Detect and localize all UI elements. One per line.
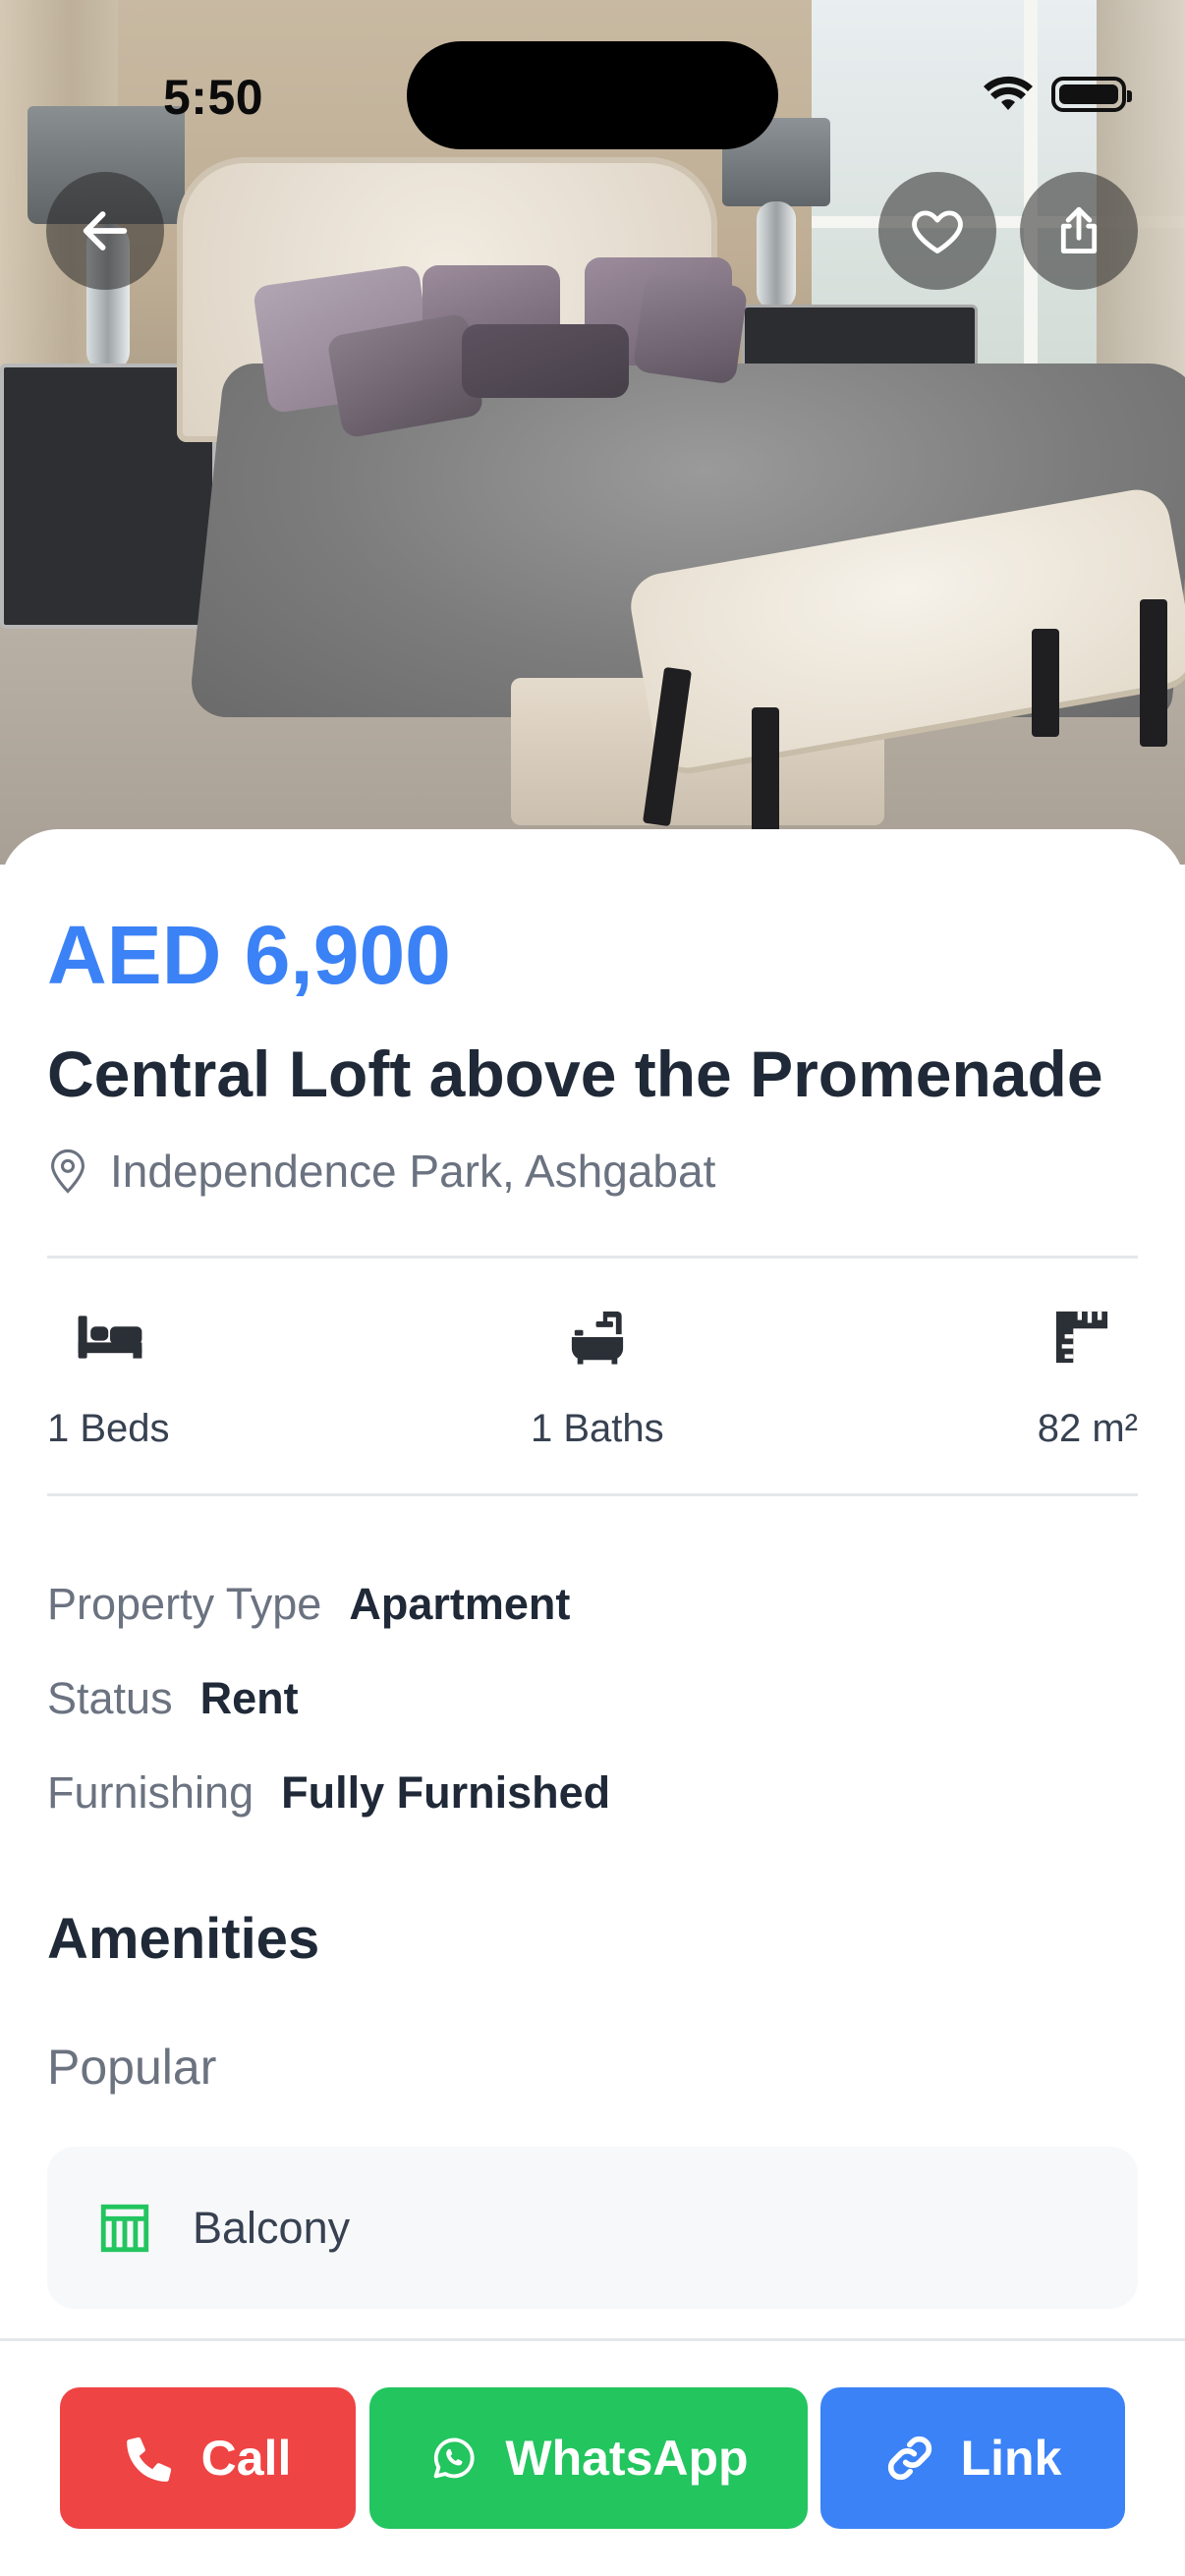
ruler-icon xyxy=(1055,1311,1108,1364)
whatsapp-label: WhatsApp xyxy=(505,2431,749,2486)
amenities-group-label: Popular xyxy=(47,2040,217,2095)
favorite-button[interactable] xyxy=(878,172,996,290)
detail-value: Rent xyxy=(199,1673,299,1723)
listing-price: AED 6,900 xyxy=(47,909,451,1001)
detail-value: Fully Furnished xyxy=(281,1767,611,1818)
battery-icon xyxy=(1051,77,1132,112)
wifi-icon xyxy=(984,76,1033,110)
detail-value: Apartment xyxy=(349,1579,571,1629)
bed-icon xyxy=(78,1316,142,1359)
pillow xyxy=(632,273,749,385)
stat-beds: 1 Beds xyxy=(47,1307,170,1451)
detail-property-type: Property Type Apartment xyxy=(47,1579,570,1630)
divider xyxy=(47,1493,1138,1496)
detail-label: Furnishing xyxy=(47,1767,254,1818)
balcony-icon xyxy=(100,2204,149,2252)
baths-count: 1 Baths xyxy=(531,1407,664,1450)
share-icon xyxy=(1060,206,1098,253)
call-label: Call xyxy=(200,2431,292,2486)
status-time: 5:50 xyxy=(163,70,264,125)
stat-area: 82 m² xyxy=(1038,1307,1138,1451)
area-size: 82 m² xyxy=(1037,1407,1138,1450)
share-button[interactable] xyxy=(1020,172,1138,290)
amenity-label: Balcony xyxy=(193,2202,351,2253)
back-button[interactable] xyxy=(46,172,164,290)
dynamic-island xyxy=(407,41,778,149)
whatsapp-icon xyxy=(434,2437,475,2479)
link-icon xyxy=(887,2436,931,2481)
arrow-left-icon xyxy=(83,211,128,251)
amenities-heading: Amenities xyxy=(47,1907,320,1971)
link-label: Link xyxy=(960,2431,1062,2486)
detail-label: Property Type xyxy=(47,1579,322,1629)
heart-icon xyxy=(912,210,963,253)
beds-count: 1 Beds xyxy=(47,1407,170,1450)
detail-status: Status Rent xyxy=(47,1673,299,1724)
bathtub-icon xyxy=(571,1311,623,1365)
whatsapp-button[interactable]: WhatsApp xyxy=(369,2387,808,2529)
call-button[interactable]: Call xyxy=(60,2387,356,2529)
lamp-base-right xyxy=(757,201,796,309)
listing-location: Independence Park, Ashgabat xyxy=(47,1145,715,1198)
divider xyxy=(47,1256,1138,1259)
bench-leg xyxy=(1140,599,1167,747)
listing-title: Central Loft above the Promenade xyxy=(47,1037,1103,1110)
pillow xyxy=(462,324,629,398)
link-button[interactable]: Link xyxy=(820,2387,1125,2529)
amenity-item: Balcony xyxy=(47,2147,1138,2309)
detail-furnishing: Furnishing Fully Furnished xyxy=(47,1767,610,1819)
phone-icon xyxy=(126,2436,171,2482)
location-text: Independence Park, Ashgabat xyxy=(110,1146,716,1197)
status-icons xyxy=(983,75,1132,114)
map-pin-icon xyxy=(51,1148,85,1194)
stat-baths: 1 Baths xyxy=(531,1307,664,1451)
detail-label: Status xyxy=(47,1673,173,1723)
bench-leg xyxy=(1032,629,1059,737)
